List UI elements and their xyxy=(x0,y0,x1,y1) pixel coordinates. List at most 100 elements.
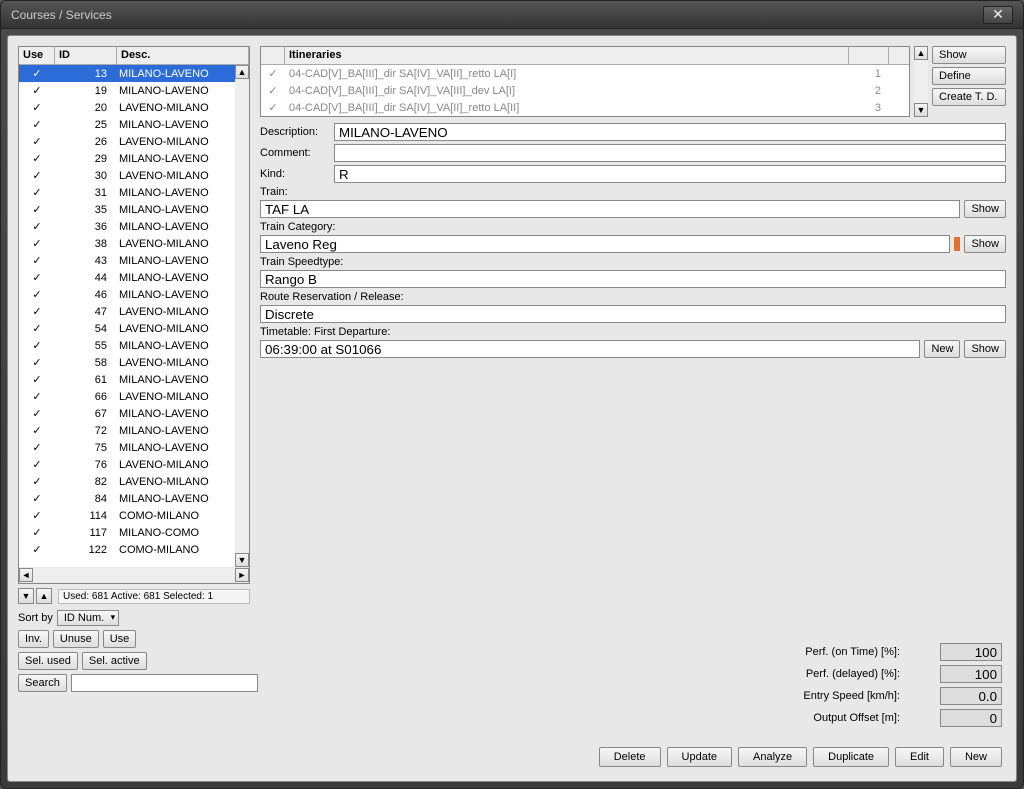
h-scroll-track[interactable] xyxy=(33,568,235,582)
col-use[interactable]: Use xyxy=(19,47,55,64)
entry-speed-input[interactable] xyxy=(940,687,1002,705)
check-icon xyxy=(261,101,285,114)
col-id[interactable]: ID xyxy=(55,47,117,64)
table-row[interactable]: 43MILANO-LAVENO xyxy=(19,252,249,269)
stats-row: ▼ ▲ Used: 681 Active: 681 Selected: 1 xyxy=(18,588,250,604)
itin-show-button[interactable]: Show xyxy=(932,46,1006,64)
table-row[interactable]: 31MILANO-LAVENO xyxy=(19,184,249,201)
train-input[interactable] xyxy=(260,200,960,218)
delete-button[interactable]: Delete xyxy=(599,747,661,767)
col-desc[interactable]: Desc. xyxy=(117,47,249,64)
scroll-left-icon[interactable]: ◄ xyxy=(19,568,33,582)
sort-by-select[interactable]: ID Num. xyxy=(57,610,119,626)
itin-scroll-up-icon[interactable]: ▲ xyxy=(914,46,928,60)
check-icon xyxy=(19,118,55,131)
course-id: 82 xyxy=(55,476,117,488)
performance-area: Perf. (on Time) [%]: Perf. (delayed) [%]… xyxy=(803,643,1002,731)
timetable-show-button[interactable]: Show xyxy=(964,340,1006,358)
search-button[interactable]: Search xyxy=(18,674,67,692)
itinerary-name: 04-CAD[V]_BA[III]_dir SA[IV]_VA[II]_rett… xyxy=(285,102,849,114)
train-show-button[interactable]: Show xyxy=(964,200,1006,218)
table-row[interactable]: 29MILANO-LAVENO xyxy=(19,150,249,167)
table-row[interactable]: 30LAVENO-MILANO xyxy=(19,167,249,184)
table-row[interactable]: 36MILANO-LAVENO xyxy=(19,218,249,235)
table-row[interactable]: 54LAVENO-MILANO xyxy=(19,320,249,337)
window: Courses / Services ✕ Use ID Desc. 13MILA… xyxy=(0,0,1024,789)
kind-input[interactable] xyxy=(334,165,1006,183)
scroll-right-icon[interactable]: ► xyxy=(235,568,249,582)
check-icon xyxy=(19,186,55,199)
table-row[interactable]: 114COMO-MILANO xyxy=(19,507,249,524)
duplicate-button[interactable]: Duplicate xyxy=(813,747,889,767)
table-row[interactable]: 75MILANO-LAVENO xyxy=(19,439,249,456)
inv-button[interactable]: Inv. xyxy=(18,630,49,648)
table-row[interactable]: 19MILANO-LAVENO xyxy=(19,82,249,99)
table-row[interactable]: 44MILANO-LAVENO xyxy=(19,269,249,286)
horizontal-scrollbar[interactable]: ◄ ► xyxy=(19,567,249,583)
speedtype-input[interactable] xyxy=(260,270,1006,288)
table-row[interactable]: 26LAVENO-MILANO xyxy=(19,133,249,150)
itin-create-td-button[interactable]: Create T. D. xyxy=(932,88,1006,106)
perf-delayed-input[interactable] xyxy=(940,665,1002,683)
timetable-new-button[interactable]: New xyxy=(924,340,960,358)
timetable-input[interactable] xyxy=(260,340,920,358)
itineraries-col[interactable]: Itineraries xyxy=(285,47,849,64)
scroll-track[interactable] xyxy=(235,79,249,553)
course-desc: MILANO-LAVENO xyxy=(117,442,249,454)
table-row[interactable]: 46MILANO-LAVENO xyxy=(19,286,249,303)
train-category-show-button[interactable]: Show xyxy=(964,235,1006,253)
edit-button[interactable]: Edit xyxy=(895,747,944,767)
close-button[interactable]: ✕ xyxy=(983,6,1013,24)
table-row[interactable]: 55MILANO-LAVENO xyxy=(19,337,249,354)
use-button[interactable]: Use xyxy=(103,630,137,648)
itin-scrollbar[interactable]: ▲ ▼ xyxy=(914,46,928,117)
search-input[interactable] xyxy=(71,674,258,692)
itin-scroll-down-icon[interactable]: ▼ xyxy=(914,103,928,117)
table-row[interactable]: 72MILANO-LAVENO xyxy=(19,422,249,439)
table-row[interactable]: 67MILANO-LAVENO xyxy=(19,405,249,422)
collapse-up-icon[interactable]: ▲ xyxy=(36,588,52,604)
check-icon xyxy=(19,390,55,403)
itin-scroll-track[interactable] xyxy=(914,60,928,103)
check-icon xyxy=(19,526,55,539)
perf-on-time-input[interactable] xyxy=(940,643,1002,661)
itinerary-row[interactable]: 04-CAD[V]_BA[III]_dir SA[IV]_VA[II]_rett… xyxy=(261,99,909,116)
table-row[interactable]: 66LAVENO-MILANO xyxy=(19,388,249,405)
itinerary-num: 3 xyxy=(849,102,889,114)
itinerary-row[interactable]: 04-CAD[V]_BA[III]_dir SA[IV]_VA[III]_dev… xyxy=(261,82,909,99)
itin-define-button[interactable]: Define xyxy=(932,67,1006,85)
table-row[interactable]: 117MILANO-COMO xyxy=(19,524,249,541)
timetable-label: Timetable: First Departure: xyxy=(260,326,1006,338)
scroll-up-icon[interactable]: ▲ xyxy=(235,65,249,79)
table-row[interactable]: 47LAVENO-MILANO xyxy=(19,303,249,320)
collapse-down-icon[interactable]: ▼ xyxy=(18,588,34,604)
table-row[interactable]: 82LAVENO-MILANO xyxy=(19,473,249,490)
table-row[interactable]: 58LAVENO-MILANO xyxy=(19,354,249,371)
scroll-down-icon[interactable]: ▼ xyxy=(235,553,249,567)
description-input[interactable] xyxy=(334,123,1006,141)
update-button[interactable]: Update xyxy=(667,747,732,767)
vertical-scrollbar[interactable]: ▲ ▼ xyxy=(235,65,249,567)
table-row[interactable]: 76LAVENO-MILANO xyxy=(19,456,249,473)
courses-body[interactable]: 13MILANO-LAVENO19MILANO-LAVENO20LAVENO-M… xyxy=(19,65,249,567)
table-row[interactable]: 13MILANO-LAVENO xyxy=(19,65,249,82)
itinerary-row[interactable]: 04-CAD[V]_BA[III]_dir SA[IV]_VA[II]_rett… xyxy=(261,65,909,82)
route-reservation-input[interactable] xyxy=(260,305,1006,323)
output-offset-input[interactable] xyxy=(940,709,1002,727)
check-icon xyxy=(19,356,55,369)
unuse-button[interactable]: Unuse xyxy=(53,630,99,648)
comment-input[interactable] xyxy=(334,144,1006,162)
new-button[interactable]: New xyxy=(950,747,1002,767)
table-row[interactable]: 35MILANO-LAVENO xyxy=(19,201,249,218)
train-category-input[interactable] xyxy=(260,235,950,253)
sel-used-button[interactable]: Sel. used xyxy=(18,652,78,670)
analyze-button[interactable]: Analyze xyxy=(738,747,807,767)
sel-active-button[interactable]: Sel. active xyxy=(82,652,147,670)
table-row[interactable]: 61MILANO-LAVENO xyxy=(19,371,249,388)
table-row[interactable]: 20LAVENO-MILANO xyxy=(19,99,249,116)
table-row[interactable]: 84MILANO-LAVENO xyxy=(19,490,249,507)
itineraries-body[interactable]: 04-CAD[V]_BA[III]_dir SA[IV]_VA[II]_rett… xyxy=(261,65,909,116)
table-row[interactable]: 38LAVENO-MILANO xyxy=(19,235,249,252)
table-row[interactable]: 122COMO-MILANO xyxy=(19,541,249,558)
table-row[interactable]: 25MILANO-LAVENO xyxy=(19,116,249,133)
